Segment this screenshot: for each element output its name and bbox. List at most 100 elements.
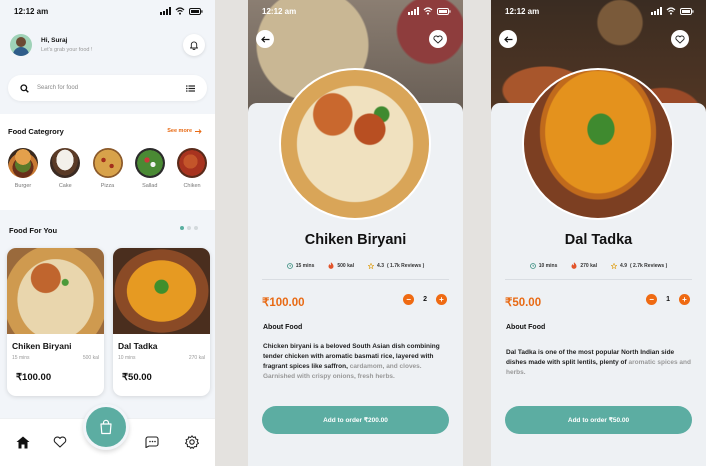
- settings-icon: [185, 435, 199, 449]
- back-button[interactable]: [256, 30, 274, 48]
- food-price: ₹100.00: [16, 372, 52, 383]
- dish-time-value: 10 mins: [538, 262, 558, 269]
- dal-detail-screen: 12:12 am Dal Tadka 10 mins 270 kal 4.9 (…: [491, 0, 706, 466]
- category-label: Chiken: [183, 183, 201, 189]
- wifi-icon: [666, 7, 676, 15]
- status-time: 12:12 am: [262, 6, 297, 16]
- dish-price: ₹100.00: [262, 297, 305, 309]
- increase-button[interactable]: +: [679, 294, 690, 305]
- arrow-left-icon: [503, 35, 512, 43]
- decrease-button[interactable]: −: [646, 294, 658, 305]
- food-description: Dal Tadka is one of the most popular Nor…: [506, 348, 694, 378]
- dish-price: ₹50.00: [505, 297, 542, 309]
- about-food-heading: About Food: [506, 324, 546, 331]
- dish-time-value: 15 mins: [295, 262, 315, 269]
- category-cake[interactable]: Cake: [49, 148, 81, 189]
- battery-icon: [437, 7, 451, 15]
- food-card-biryani[interactable]: Chiken Biryani 15 mins 500 kal ₹100.00: [7, 248, 104, 396]
- bell-icon: [190, 41, 198, 50]
- category-label: Sallad: [142, 183, 158, 189]
- star-icon: [368, 262, 375, 269]
- dish-time: 15 mins: [286, 262, 315, 269]
- tab-home[interactable]: [14, 433, 32, 451]
- greeting-subtitle: Let's grab your food !: [41, 47, 93, 53]
- dish-review-count: ( 1.7k Reviews ): [387, 262, 425, 269]
- category-pizza[interactable]: Pizza: [92, 148, 124, 189]
- food-meta: 15 mins 500 kal: [12, 355, 99, 361]
- category-salad[interactable]: Sallad: [134, 148, 166, 189]
- flame-icon: [571, 262, 577, 269]
- dish-meta: 10 mins 270 kal 4.9 ( 2.7k Reviews ): [491, 262, 706, 269]
- bag-icon: [100, 419, 112, 435]
- carousel-dots[interactable]: [180, 226, 198, 230]
- dish-rating-value: 4.3: [377, 262, 384, 269]
- tab-favorites[interactable]: [51, 433, 69, 451]
- chat-icon: [145, 436, 159, 448]
- food-time: 10 mins: [118, 355, 136, 361]
- add-to-order-button[interactable]: Add to order ₹50.00: [505, 406, 692, 434]
- biryani-detail-screen: 12:12 am Chiken Biryani 15 mins 500 kal …: [248, 0, 463, 466]
- wifi-icon: [175, 7, 185, 15]
- food-meta: 10 mins 270 kal: [118, 355, 205, 361]
- dish-review-count: ( 2.7k Reviews ): [630, 262, 668, 269]
- cart-button[interactable]: [83, 404, 129, 450]
- favorite-button[interactable]: [429, 30, 447, 48]
- category-burger[interactable]: Burger: [7, 148, 39, 189]
- divider: [505, 279, 692, 280]
- signal-icon: [408, 7, 419, 15]
- food-name: Chiken Biryani: [12, 341, 72, 351]
- food-kcal: 500 kal: [82, 355, 99, 361]
- tab-settings[interactable]: [183, 433, 201, 451]
- status-icons: [160, 7, 203, 15]
- home-icon: [16, 436, 30, 448]
- dish-meta: 15 mins 500 kal 4.3 ( 1.7k Reviews ): [248, 262, 463, 269]
- status-icons: [651, 7, 694, 15]
- quantity-stepper: − 1 +: [646, 294, 690, 305]
- wifi-icon: [423, 7, 433, 15]
- signal-icon: [651, 7, 662, 15]
- dish-kcal: 500 kal: [328, 262, 354, 269]
- carousel-dot[interactable]: [194, 226, 198, 230]
- favorite-button[interactable]: [671, 30, 689, 48]
- increase-button[interactable]: +: [436, 294, 447, 305]
- dish-rating: 4.3 ( 1.7k Reviews ): [368, 262, 424, 269]
- status-bar: 12:12 am: [491, 0, 706, 22]
- decrease-button[interactable]: −: [403, 294, 415, 305]
- dish-rating-value: 4.9: [620, 262, 627, 269]
- avatar[interactable]: [10, 34, 32, 56]
- dal-image: [113, 248, 210, 334]
- food-card-dal[interactable]: Dal Tadka 10 mins 270 kal ₹50.00: [113, 248, 210, 396]
- salad-image: [134, 148, 165, 178]
- clock-icon: [529, 262, 536, 269]
- quantity-value: 1: [666, 296, 670, 303]
- see-more-link[interactable]: See more: [167, 128, 202, 134]
- filter-list-icon[interactable]: [186, 84, 195, 92]
- dish-time: 10 mins: [529, 262, 558, 269]
- search-bar[interactable]: Search for food: [8, 75, 207, 101]
- category-chicken[interactable]: Chiken: [176, 148, 208, 189]
- dish-title: Dal Tadka: [564, 232, 633, 248]
- heart-icon: [53, 436, 67, 448]
- food-name: Dal Tadka: [118, 341, 158, 351]
- tab-chat[interactable]: [143, 433, 161, 451]
- dish-title: Chiken Biryani: [304, 232, 407, 248]
- add-to-order-button[interactable]: Add to order ₹200.00: [262, 406, 449, 434]
- about-food-heading: About Food: [263, 324, 303, 331]
- arrow-left-icon: [260, 35, 269, 43]
- notification-button[interactable]: [183, 34, 205, 56]
- burger-image: [8, 148, 38, 178]
- dish-kcal: 270 kal: [571, 262, 597, 269]
- status-time: 12:12 am: [14, 6, 49, 16]
- search-input[interactable]: Search for food: [37, 85, 186, 91]
- carousel-dot[interactable]: [180, 226, 184, 230]
- category-section: Food Categrory See more Burger Cake Pizz…: [0, 114, 215, 210]
- food-for-you-title: Food For You: [9, 226, 58, 235]
- chicken-image: [177, 148, 207, 178]
- carousel-dot[interactable]: [187, 226, 191, 230]
- quantity-stepper: − 2 +: [403, 294, 447, 305]
- status-icons: [408, 7, 451, 15]
- divider: [262, 279, 449, 280]
- pizza-image: [92, 148, 123, 178]
- food-kcal: 270 kal: [188, 355, 205, 361]
- back-button[interactable]: [499, 30, 517, 48]
